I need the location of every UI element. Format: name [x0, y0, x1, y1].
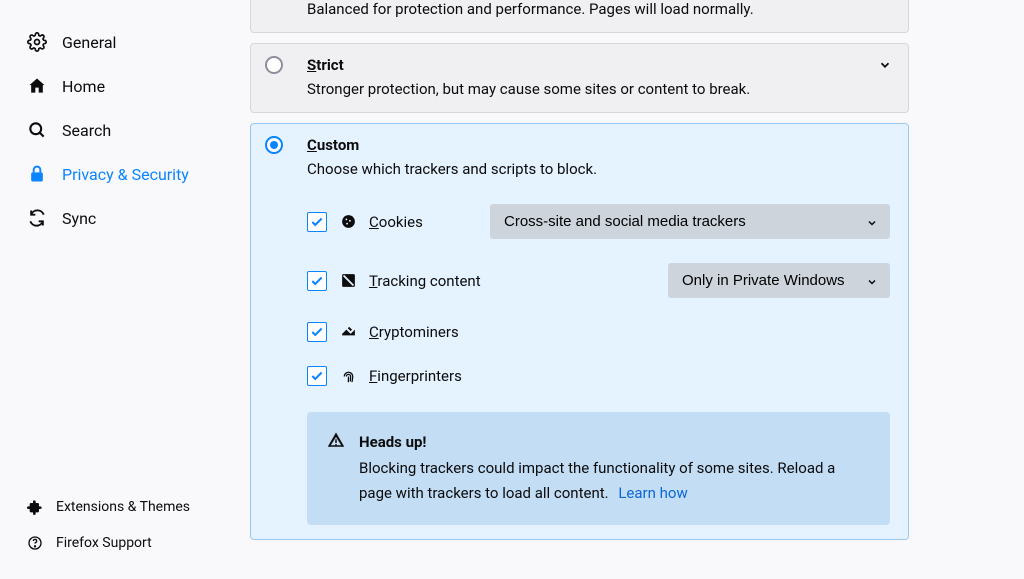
tracker-row-tracking-content: Tracking content Only in Private Windows: [307, 251, 890, 310]
warning-icon: [327, 431, 345, 449]
tracker-label: Cryptominers: [369, 323, 459, 341]
search-icon: [26, 119, 48, 141]
tracking-option-strict[interactable]: Strict Stronger protection, but may caus…: [250, 43, 909, 113]
radio-custom[interactable]: [265, 136, 283, 154]
tracking-option-standard[interactable]: Balanced for protection and performance.…: [250, 0, 909, 33]
tracking-option-desc: Stronger protection, but may cause some …: [307, 80, 890, 98]
sidebar-item-label: Home: [62, 77, 105, 96]
dropdown-value: Cross-site and social media trackers: [504, 213, 746, 230]
dropdown-tracking-content[interactable]: Only in Private Windows: [668, 263, 890, 298]
checkbox-tracking-content[interactable]: [307, 271, 327, 291]
checkbox-fingerprinters[interactable]: [307, 366, 327, 386]
checkbox-cryptominers[interactable]: [307, 322, 327, 342]
tracker-label: Tracking content: [369, 272, 481, 290]
warning-body: Blocking trackers could impact the funct…: [359, 459, 835, 503]
sidebar-item-home[interactable]: Home: [0, 64, 218, 108]
tracker-label: Cookies: [369, 213, 423, 231]
learn-how-link[interactable]: Learn how: [618, 484, 687, 502]
help-icon: [26, 534, 44, 552]
radio-strict[interactable]: [265, 56, 283, 74]
cryptominer-icon: [339, 323, 357, 341]
lock-icon: [26, 163, 48, 185]
sidebar-item-label: Privacy & Security: [62, 165, 189, 184]
tracker-row-fingerprinters: Fingerprinters: [307, 354, 890, 398]
tracking-option-custom[interactable]: Custom Choose which trackers and scripts…: [250, 123, 909, 540]
fingerprint-icon: [339, 367, 357, 385]
sidebar-item-label: Search: [62, 121, 111, 140]
tracker-row-cookies: Cookies Cross-site and social media trac…: [307, 192, 890, 251]
sidebar-item-support[interactable]: Firefox Support: [0, 525, 218, 561]
tracking-warning: Heads up! Blocking trackers could impact…: [307, 412, 890, 525]
sidebar-item-label: Sync: [62, 209, 96, 228]
sidebar-item-search[interactable]: Search: [0, 108, 218, 152]
sidebar-item-label: General: [62, 33, 116, 52]
tracking-content-icon: [339, 272, 357, 290]
home-icon: [26, 75, 48, 97]
sidebar-item-privacy-security[interactable]: Privacy & Security: [0, 152, 218, 196]
dropdown-cookies[interactable]: Cross-site and social media trackers: [490, 204, 890, 239]
puzzle-icon: [26, 498, 44, 516]
chevron-down-icon: [878, 58, 892, 72]
cookie-icon: [339, 213, 357, 231]
sync-icon: [26, 207, 48, 229]
sidebar-item-sync[interactable]: Sync: [0, 196, 218, 240]
warning-title: Heads up!: [359, 433, 427, 451]
tracking-option-desc: Balanced for protection and performance.…: [307, 0, 890, 18]
tracker-row-cryptominers: Cryptominers: [307, 310, 890, 354]
chevron-down-icon: [866, 216, 878, 228]
tracking-option-title: Strict: [307, 56, 890, 74]
checkbox-cookies[interactable]: [307, 212, 327, 232]
gear-icon: [26, 31, 48, 53]
sidebar-item-extensions[interactable]: Extensions & Themes: [0, 489, 218, 525]
chevron-down-icon: [866, 275, 878, 287]
sidebar-item-general[interactable]: General: [0, 20, 218, 64]
sidebar-item-label: Extensions & Themes: [56, 499, 190, 515]
tracking-option-desc: Choose which trackers and scripts to blo…: [307, 160, 890, 178]
main-content: Balanced for protection and performance.…: [218, 0, 1024, 579]
tracking-option-title: Custom: [307, 136, 890, 154]
dropdown-value: Only in Private Windows: [682, 272, 845, 289]
tracker-label: Fingerprinters: [369, 367, 462, 385]
sidebar-item-label: Firefox Support: [56, 535, 152, 551]
sidebar: General Home Search Privacy & Security: [0, 0, 218, 579]
